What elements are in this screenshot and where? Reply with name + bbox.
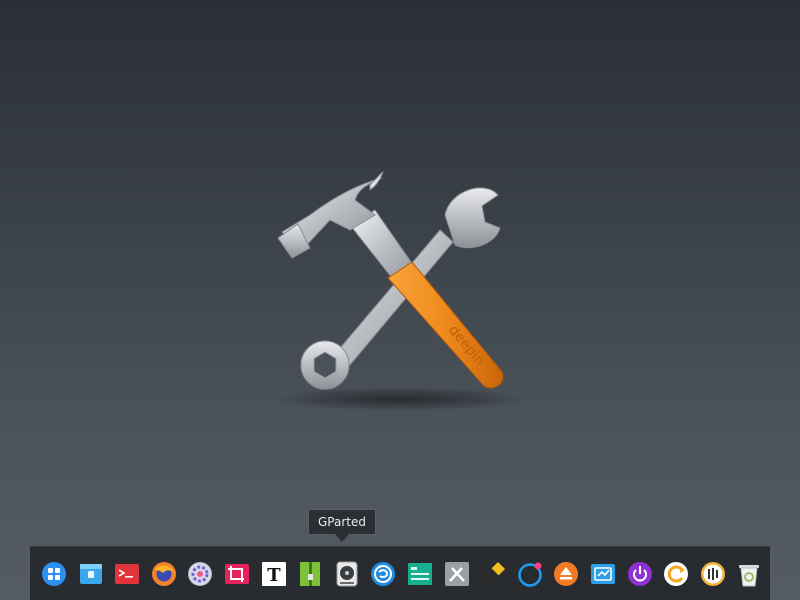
system-monitor-icon — [407, 561, 433, 587]
dock-item-firefox[interactable] — [146, 556, 182, 592]
dock-item-archive-manager[interactable] — [292, 556, 328, 592]
dock-tooltip: GParted — [308, 509, 376, 535]
dock-item-deepin-store[interactable] — [365, 556, 401, 592]
dock-item-update[interactable] — [658, 556, 694, 592]
equalizer-icon — [700, 561, 726, 587]
tooltip-arrow — [335, 534, 349, 542]
dock-item-settings[interactable] — [182, 556, 218, 592]
hammer-wrench-icon: deepin — [270, 160, 530, 420]
dock-item-terminal[interactable] — [109, 556, 145, 592]
text-editor-icon: T — [261, 561, 287, 587]
dock-item-text-editor[interactable]: T — [256, 556, 292, 592]
dock-item-screen-capture[interactable] — [585, 556, 621, 592]
trash-icon — [736, 561, 762, 587]
screen-capture-icon — [590, 561, 616, 587]
launcher-icon — [41, 561, 67, 587]
dock-item-trash[interactable] — [731, 556, 767, 592]
dock-item-launcher[interactable] — [36, 556, 72, 592]
file-manager-icon — [78, 561, 104, 587]
terminal-icon — [114, 561, 140, 587]
deepin-store-icon — [370, 561, 396, 587]
text-editor-glyph: T — [267, 565, 281, 586]
dock-item-music-player[interactable] — [512, 556, 548, 592]
dock-item-usb-writer[interactable] — [475, 556, 511, 592]
dock-item-system-monitor[interactable] — [402, 556, 438, 592]
usb-writer-icon — [480, 561, 506, 587]
archive-manager-icon — [297, 561, 323, 587]
dock-item-power[interactable] — [622, 556, 658, 592]
power-icon — [627, 561, 653, 587]
dock-item-screenshot[interactable] — [219, 556, 255, 592]
music-player-icon — [517, 561, 543, 587]
eject-icon — [553, 561, 579, 587]
dock-item-file-manager[interactable] — [73, 556, 109, 592]
desktop[interactable]: deepin GParted T — [0, 0, 800, 600]
firefox-icon — [151, 561, 177, 587]
dock: T — [30, 546, 770, 600]
settings-icon — [187, 561, 213, 587]
update-icon — [663, 561, 689, 587]
dock-item-equalizer[interactable] — [695, 556, 731, 592]
gparted-icon — [334, 561, 360, 587]
development-tools-icon — [444, 561, 470, 587]
dock-item-development-tools[interactable] — [439, 556, 475, 592]
screenshot-icon — [224, 561, 250, 587]
dock-item-gparted[interactable] — [329, 556, 365, 592]
dock-item-eject[interactable] — [548, 556, 584, 592]
